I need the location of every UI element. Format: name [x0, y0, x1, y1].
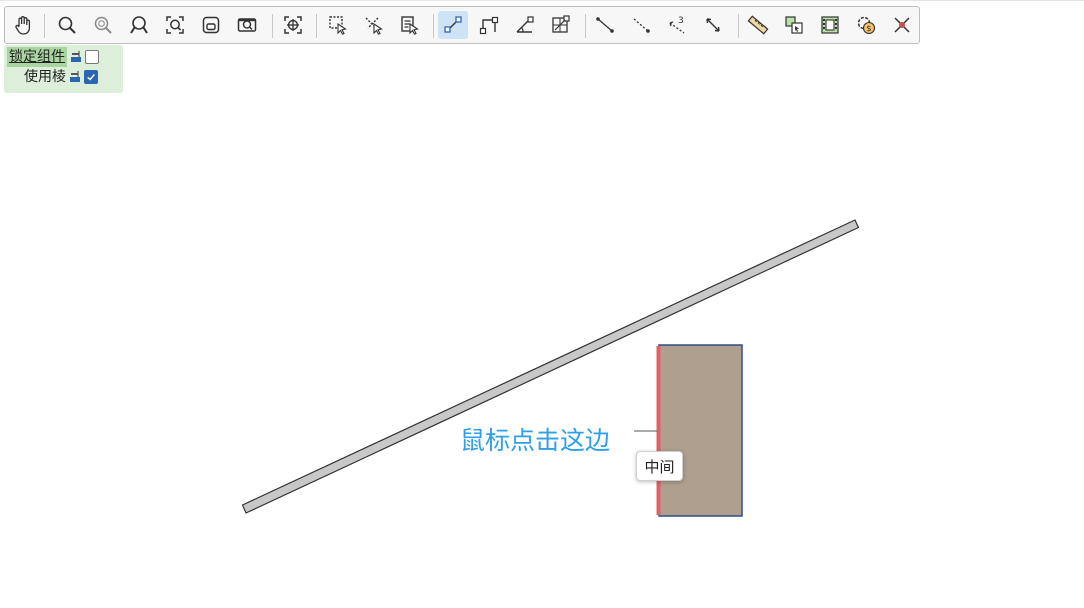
highlighted-edge[interactable]: [656, 346, 661, 515]
sloped-beam[interactable]: [241, 219, 860, 514]
snap-tooltip: 中间: [636, 451, 683, 481]
click-hint-text: 鼠标点击这边: [460, 426, 611, 455]
drawing-canvas[interactable]: [0, 0, 1084, 608]
component-block[interactable]: [658, 344, 743, 517]
